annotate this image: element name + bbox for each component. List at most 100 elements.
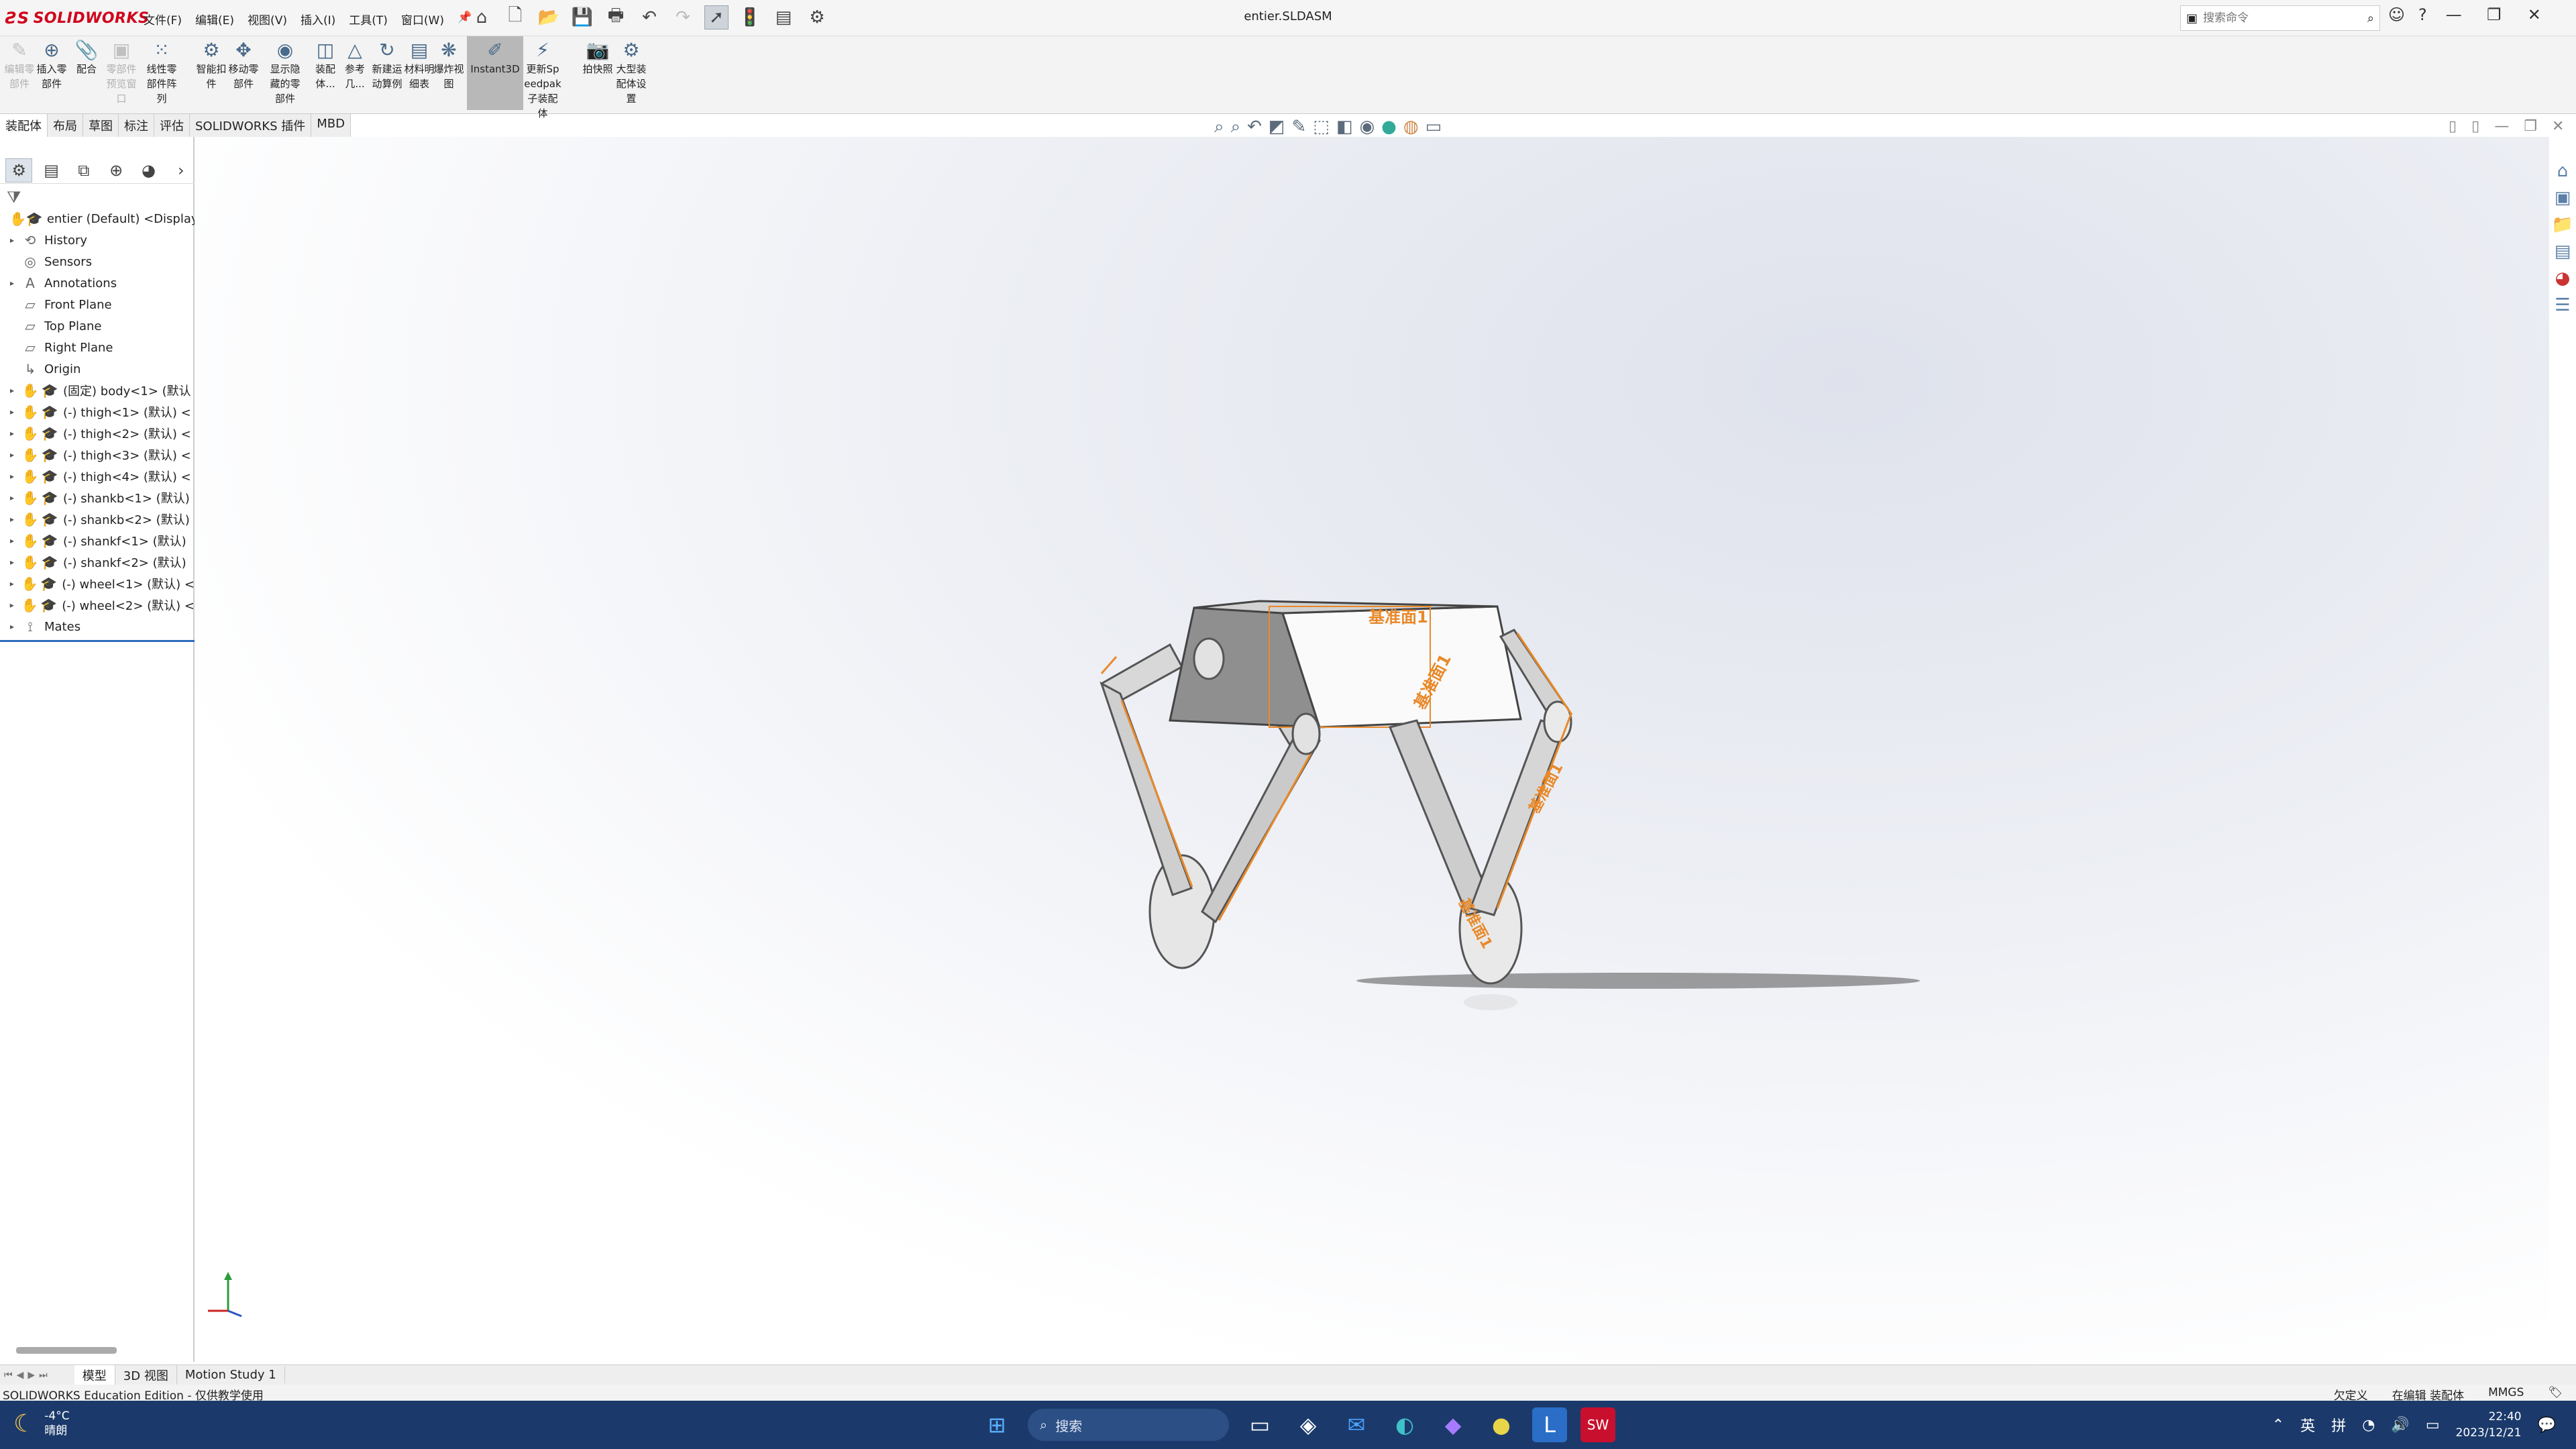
tree-item[interactable]: ▱ Front Plane	[0, 294, 195, 315]
prev-tab-icon[interactable]: ◀	[17, 1370, 24, 1381]
wifi-icon[interactable]: ◔	[2362, 1417, 2375, 1434]
tab-3d-views[interactable]: 3D 视图	[115, 1364, 177, 1385]
menu-edit[interactable]: 编辑(E)	[194, 9, 235, 29]
expand-arrow-icon[interactable]: ▸	[7, 235, 17, 245]
tree-item[interactable]: ▸ ✋ 🎓 (-) thigh<2> (默认) <	[0, 423, 195, 444]
task-view-icon[interactable]: ▭	[1242, 1407, 1277, 1442]
previous-view-icon[interactable]: ↶	[1247, 117, 1262, 138]
clock[interactable]: 22:40 2023/12/21	[2456, 1409, 2522, 1441]
weather-widget[interactable]: ☾ -4°C 晴朗	[13, 1409, 70, 1438]
shank-left-rear[interactable]	[1201, 725, 1321, 924]
tree-item[interactable]: ▸ ✋ 🎓 (-) shankf<1> (默认)	[0, 530, 195, 551]
tree-item[interactable]: ▸ ⟲ History	[0, 229, 195, 251]
ribbon-insert-component-button[interactable]: ⊕ 插入零部件	[35, 39, 68, 91]
ribbon-component-preview-button[interactable]: ▣ 零部件预览窗口	[105, 39, 138, 106]
ribbon-reference-geometry-button[interactable]: △ 参考几...	[338, 39, 372, 91]
view-settings-icon[interactable]: ▭	[1426, 117, 1442, 138]
next-tab-icon[interactable]: ▶	[28, 1370, 35, 1381]
solidworks-logo[interactable]: ƧS SOLIDWORKS	[5, 7, 149, 30]
expand-arrow-icon[interactable]: ▸	[7, 278, 17, 288]
doc-close-button[interactable]: ✕	[2552, 118, 2564, 135]
expand-arrow-icon[interactable]: ▸	[7, 472, 17, 481]
tab-assembly[interactable]: 装配体	[0, 114, 48, 137]
kugou-icon[interactable]: ●	[1484, 1407, 1519, 1442]
expand-arrow-icon[interactable]: ▸	[7, 600, 17, 610]
rebuild-icon[interactable]: 🚦	[738, 5, 762, 30]
view-palette-icon[interactable]: ▤	[2555, 241, 2571, 262]
edit-appearance-icon[interactable]: ●	[1381, 117, 1397, 138]
ime-mode[interactable]: 拼	[2331, 1414, 2346, 1436]
expand-arrow-icon[interactable]: ▸	[7, 536, 17, 545]
ribbon-large-assembly-button[interactable]: ⚙ 大型装配体设置	[614, 39, 648, 106]
tab-markup[interactable]: 标注	[119, 114, 154, 137]
tree-item[interactable]: ✋ 🎓 entier (Default) <Display	[0, 208, 195, 229]
file-properties-icon[interactable]: ▤	[771, 5, 796, 30]
search-input[interactable]	[2203, 11, 2367, 25]
expand-arrow-icon[interactable]: ▸	[7, 386, 17, 395]
tree-item[interactable]: ▸ ✋ 🎓 (-) shankb<1> (默认)	[0, 487, 195, 508]
tree-item[interactable]: ▸ ⟟ Mates	[0, 616, 195, 637]
ribbon-snapshot-button[interactable]: 📷 拍快照	[581, 39, 614, 76]
graphics-area[interactable]: 基准面1 基准面1 基准面1 基准面1	[196, 137, 2549, 1362]
tree-item[interactable]: ▸ ✋ 🎓 (-) thigh<1> (默认) <	[0, 401, 195, 423]
apply-scene-icon[interactable]: ◍	[1403, 117, 1419, 138]
menu-window[interactable]: 窗口(W)	[400, 9, 445, 29]
doc-tile-icon[interactable]: ▯	[2449, 118, 2457, 135]
tree-item[interactable]: ▸ ✋ 🎓 (-) wheel<2> (默认) <	[0, 594, 195, 616]
mail-icon[interactable]: ✉	[1339, 1407, 1374, 1442]
tree-item[interactable]: ▱ Right Plane	[0, 337, 195, 358]
ribbon-move-component-button[interactable]: ✥ 移动零部件	[227, 39, 260, 91]
tree-item[interactable]: ▸ ✋ 🎓 (-) shankb<2> (默认)	[0, 508, 195, 530]
taskbar-search[interactable]: ⌕ 搜索	[1028, 1409, 1229, 1441]
tree-item[interactable]: ▸ ✋ 🎓 (-) thigh<3> (默认) <	[0, 444, 195, 466]
dimxpert-icon[interactable]: ⊕	[103, 158, 129, 182]
unity-icon[interactable]: ◈	[1291, 1407, 1326, 1442]
last-tab-icon[interactable]: ⏭	[39, 1370, 48, 1381]
ribbon-edit-component-button[interactable]: ✎ 编辑零部件	[3, 39, 36, 91]
chevron-right-icon[interactable]: ›	[168, 158, 195, 182]
undo-icon[interactable]: ↶	[637, 5, 661, 30]
dynamic-annotation-icon[interactable]: ✎	[1292, 117, 1307, 138]
zoom-to-area-icon[interactable]: ⌕	[1231, 117, 1241, 138]
redo-icon[interactable]: ↷	[671, 5, 695, 30]
tree-item[interactable]: ▸ ✋ 🎓 (-) shankf<2> (默认)	[0, 551, 195, 573]
joint-left-rear[interactable]	[1291, 712, 1321, 755]
menu-view[interactable]: 视图(V)	[246, 9, 288, 29]
configuration-manager-icon[interactable]: ⧉	[70, 158, 97, 182]
ribbon-smart-fastener-button[interactable]: ⚙ 智能扣件	[195, 39, 228, 91]
notification-icon[interactable]: 💬	[2538, 1417, 2556, 1434]
chevron-up-icon[interactable]: ⌃	[2272, 1417, 2284, 1434]
property-manager-icon[interactable]: ▤	[38, 158, 64, 182]
menu-file[interactable]: 文件(F)	[142, 9, 183, 29]
battery-icon[interactable]: ▭	[2426, 1417, 2440, 1434]
hide-show-items-icon[interactable]: ◉	[1359, 117, 1375, 138]
ribbon-new-motion-study-button[interactable]: ↻ 新建运动算例	[370, 39, 404, 91]
assembly-model[interactable]: 基准面1 基准面1 基准面1 基准面1	[196, 137, 2549, 1362]
appearances-icon[interactable]: ◕	[2555, 268, 2571, 288]
joint-left-front[interactable]	[1193, 637, 1225, 680]
close-button[interactable]: ✕	[2521, 5, 2548, 24]
start-icon[interactable]: ⊞	[979, 1407, 1014, 1442]
options-gear-icon[interactable]: ⚙	[805, 5, 829, 30]
display-style-icon[interactable]: ◧	[1336, 117, 1353, 138]
expand-arrow-icon[interactable]: ▸	[7, 429, 17, 438]
tab-mbd[interactable]: MBD	[311, 114, 351, 137]
first-tab-icon[interactable]: ⏮	[4, 1370, 13, 1381]
tree-item[interactable]: ▱ Top Plane	[0, 315, 195, 337]
edge-icon[interactable]: ◐	[1387, 1407, 1422, 1442]
shank-right-front[interactable]	[1469, 719, 1566, 916]
filter-icon[interactable]: ⧩	[7, 188, 21, 207]
ribbon-speedpak-button[interactable]: ⚡ 更新Speedpak子装配体	[524, 39, 561, 121]
volume-icon[interactable]: 🔊	[2391, 1417, 2409, 1434]
menu-tools[interactable]: 工具(T)	[347, 9, 389, 29]
tab-sketch[interactable]: 草图	[83, 114, 119, 137]
restore-button[interactable]: ❐	[2481, 5, 2508, 24]
tab-layout[interactable]: 布局	[48, 114, 83, 137]
view-orientation-icon[interactable]: ⬚	[1313, 117, 1330, 138]
tree-item[interactable]: ◎ Sensors	[0, 251, 195, 272]
tree-item[interactable]: ▸ ✋ 🎓 (固定) body<1> (默认	[0, 380, 195, 401]
minimize-button[interactable]: —	[2440, 5, 2467, 24]
l-app-icon[interactable]: L	[1532, 1407, 1567, 1442]
design-library-icon[interactable]: ▣	[2555, 188, 2571, 208]
home-icon[interactable]: ⌂	[470, 5, 494, 30]
